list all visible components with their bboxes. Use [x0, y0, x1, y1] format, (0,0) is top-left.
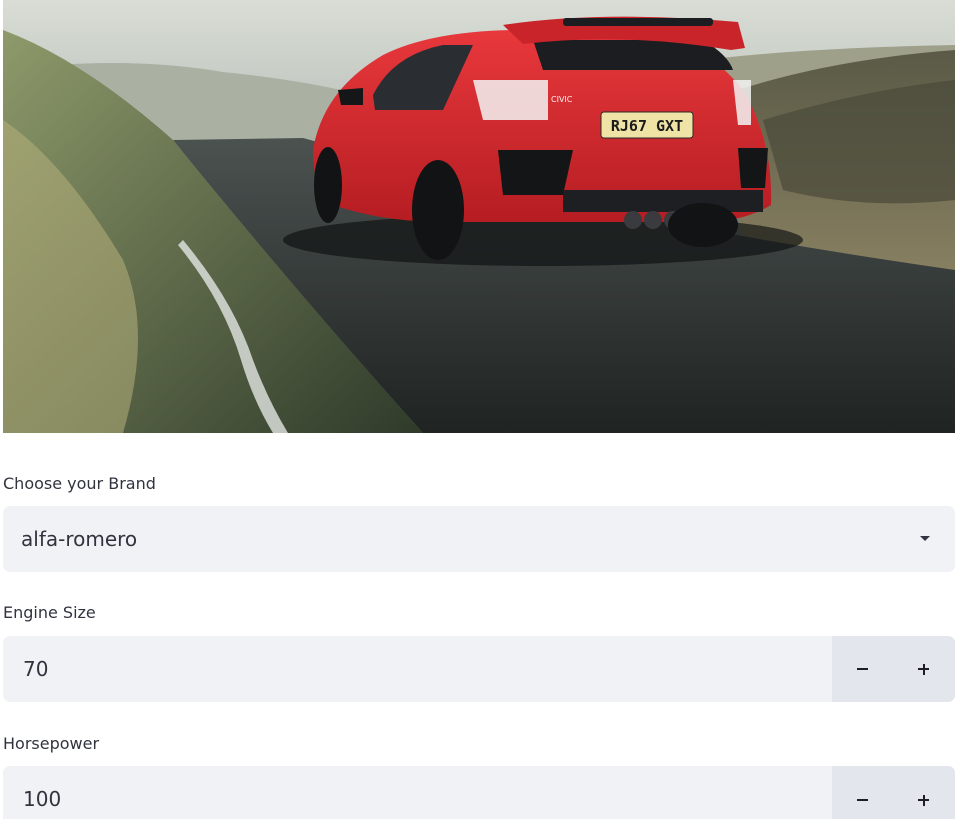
minus-icon: [857, 668, 868, 670]
app-page: CIVIC RJ67 GXT Choose your Brand alfa-ro…: [0, 0, 958, 819]
engine-size-input-container: 70: [3, 636, 955, 702]
horsepower-decrement-button[interactable]: [832, 766, 893, 819]
engine-size-input[interactable]: 70: [23, 656, 48, 682]
minus-icon: [857, 799, 868, 801]
brand-select[interactable]: alfa-romero: [3, 506, 955, 572]
horsepower-input[interactable]: 100: [23, 786, 61, 812]
hero-image: CIVIC RJ67 GXT: [3, 0, 955, 433]
license-plate-text: RJ67 GXT: [611, 117, 683, 135]
engine-size-stepper: [832, 636, 955, 702]
engine-size-increment-button[interactable]: [894, 636, 955, 702]
horsepower-increment-button[interactable]: [894, 766, 955, 819]
horsepower-input-container: 100: [3, 766, 955, 819]
brand-selected-value: alfa-romero: [21, 527, 138, 551]
horsepower-stepper: [832, 766, 955, 819]
horsepower-label: Horsepower: [3, 734, 100, 753]
engine-size-decrement-button[interactable]: [832, 636, 893, 702]
engine-size-label: Engine Size: [3, 603, 96, 622]
brand-label: Choose your Brand: [3, 474, 156, 493]
chevron-down-icon[interactable]: [920, 536, 930, 541]
badge-text: CIVIC: [551, 95, 573, 104]
